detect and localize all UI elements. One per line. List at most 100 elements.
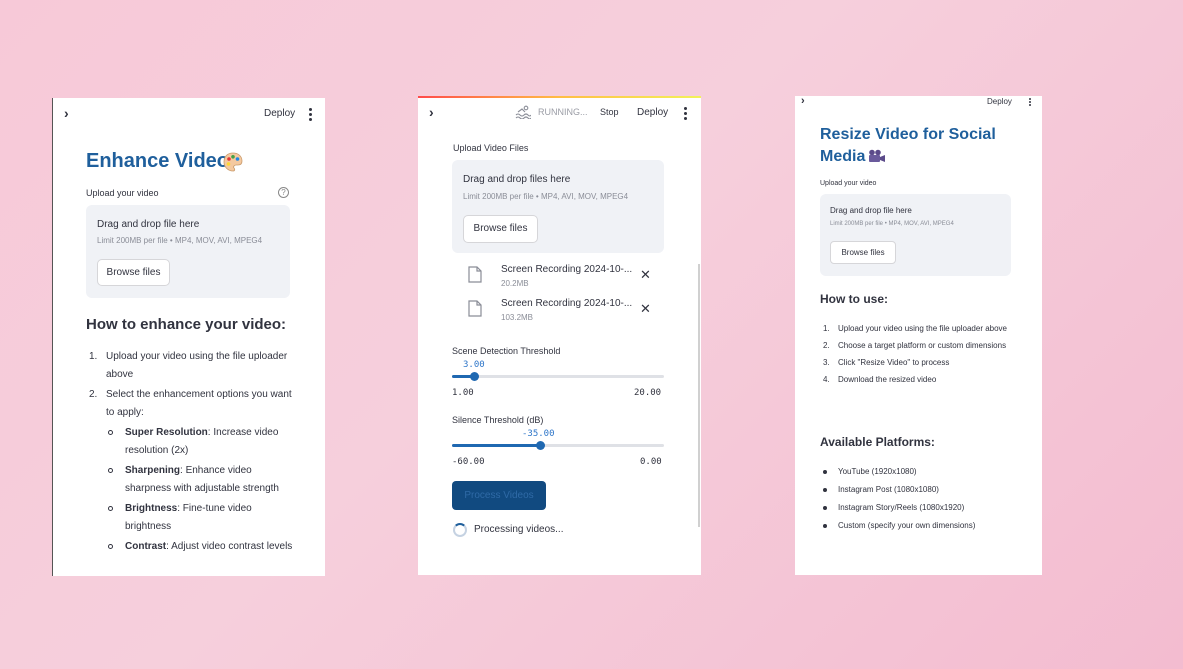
- sidebar-expand-chevron-icon[interactable]: ›: [64, 105, 69, 121]
- bullet-icon: [823, 524, 827, 528]
- scrollbar[interactable]: [698, 264, 700, 527]
- page-title: Resize Video for Social Media: [820, 124, 1020, 168]
- instructions-list: 1. Upload your video using the file uploa…: [820, 321, 1020, 389]
- running-status: RUNNING...: [538, 107, 588, 117]
- dropzone-limit: Limit 200MB per file • MP4, MOV, AVI, MP…: [830, 221, 954, 227]
- running-progress-bar: [418, 96, 701, 98]
- scene-threshold-slider[interactable]: [452, 372, 664, 381]
- option-desc: : Adjust video contrast levels: [166, 541, 293, 552]
- option-name: Super Resolution: [125, 427, 208, 438]
- swimmer-running-icon: [515, 105, 531, 119]
- deploy-button[interactable]: Deploy: [264, 108, 295, 119]
- silence-threshold-slider[interactable]: [452, 441, 664, 450]
- slider-fill: [452, 444, 540, 447]
- remove-file-icon[interactable]: ✕: [640, 267, 651, 283]
- slider-handle[interactable]: [470, 372, 479, 381]
- file-size: 20.2MB: [501, 279, 529, 288]
- step-text: Download the resized video: [838, 375, 937, 384]
- browse-files-button[interactable]: Browse files: [463, 215, 538, 243]
- page-title-text: Resize Video for Social Media: [820, 126, 996, 165]
- scene-threshold-label: Scene Detection Threshold: [452, 346, 561, 356]
- file-dropzone[interactable]: Drag and drop file here Limit 200MB per …: [820, 194, 1011, 276]
- help-icon[interactable]: ?: [278, 187, 289, 198]
- platforms-heading: Available Platforms:: [820, 435, 935, 449]
- browse-files-button[interactable]: Browse files: [97, 259, 170, 286]
- bullet-icon: [823, 506, 827, 510]
- processing-status: Processing videos...: [474, 524, 564, 535]
- option-name: Sharpening: [125, 465, 181, 476]
- list-item: 2. Select the enhancement options you wa…: [86, 386, 296, 422]
- browse-files-button[interactable]: Browse files: [830, 241, 896, 264]
- upload-label: Upload your video: [86, 188, 159, 198]
- resize-video-app: › Deploy Resize Video for Social Media U…: [795, 96, 1042, 575]
- main-menu-icon[interactable]: [1029, 98, 1032, 108]
- file-dropzone[interactable]: Drag and drop files here Limit 200MB per…: [452, 160, 664, 253]
- bullet-icon: [108, 506, 113, 511]
- silence-threshold-label: Silence Threshold (dB): [452, 415, 544, 425]
- dropzone-instructions: Drag and drop file here: [830, 206, 912, 215]
- step-number: 2.: [89, 389, 98, 400]
- list-item: Super Resolution: Increase video resolut…: [106, 424, 296, 460]
- sidebar-expand-chevron-icon[interactable]: ›: [801, 96, 805, 107]
- list-item: Instagram Post (1080x1080): [820, 481, 1030, 499]
- uploaded-file-item: Screen Recording 2024-10-... 103.2MB ✕: [468, 298, 668, 328]
- sidebar-expand-chevron-icon[interactable]: ›: [429, 104, 434, 120]
- option-name: Contrast: [125, 541, 167, 552]
- platform-name: Instagram Story/Reels (1080x1920): [838, 503, 965, 512]
- uploaded-file-item: Screen Recording 2024-10-... 20.2MB ✕: [468, 264, 668, 294]
- section-heading: How to enhance your video:: [86, 316, 287, 333]
- upload-label: Upload your video: [820, 180, 877, 187]
- list-item: Instagram Story/Reels (1080x1920): [820, 499, 1030, 517]
- file-size: 103.2MB: [501, 313, 534, 322]
- palette-icon: [223, 152, 243, 172]
- silence-threshold-value: -35.00: [522, 429, 555, 439]
- upload-label: Upload Video Files: [453, 143, 529, 153]
- step-text: Click "Resize Video" to process: [838, 358, 950, 367]
- deploy-button[interactable]: Deploy: [637, 107, 668, 118]
- step-number: 1.: [823, 324, 830, 333]
- list-item: 1. Upload your video using the file uplo…: [86, 348, 296, 384]
- dropzone-limit: Limit 200MB per file • MP4, MOV, AVI, MP…: [97, 236, 263, 245]
- enhance-video-app: › Deploy Enhance Video Upload your video…: [52, 98, 325, 576]
- slider-max: 0.00: [640, 457, 662, 467]
- dropzone-limit: Limit 200MB per file • MP4, AVI, MOV, MP…: [463, 192, 629, 201]
- platforms-list: YouTube (1920x1080) Instagram Post (1080…: [820, 463, 1030, 535]
- deploy-button[interactable]: Deploy: [987, 97, 1012, 106]
- movie-camera-icon: [869, 149, 886, 162]
- platform-name: Instagram Post (1080x1080): [838, 485, 939, 494]
- step-text: Choose a target platform or custom dimen…: [838, 341, 1007, 350]
- dropzone-instructions: Drag and drop file here: [97, 219, 200, 230]
- bullet-icon: [108, 468, 113, 473]
- option-name: Brightness: [125, 503, 178, 514]
- file-dropzone[interactable]: Drag and drop file here Limit 200MB per …: [86, 205, 290, 298]
- bullet-icon: [108, 544, 113, 549]
- bullet-icon: [108, 430, 113, 435]
- step-text: Select the enhancement options you want …: [106, 389, 292, 418]
- step-number: 1.: [89, 351, 98, 362]
- file-icon: [468, 266, 482, 283]
- process-videos-button[interactable]: Process Videos: [452, 481, 546, 510]
- list-item: Brightness: Fine-tune video brightness: [106, 500, 296, 536]
- main-menu-icon[interactable]: [684, 107, 687, 122]
- loading-spinner-icon: [453, 523, 467, 537]
- slider-min: 1.00: [452, 388, 474, 398]
- step-number: 3.: [823, 358, 830, 367]
- list-item: Contrast: Adjust video contrast levels: [106, 538, 296, 556]
- how-to-use-heading: How to use:: [820, 292, 888, 306]
- main-menu-icon[interactable]: [309, 108, 312, 123]
- stop-button[interactable]: Stop: [600, 107, 619, 117]
- list-item: 3. Click "Resize Video" to process: [820, 355, 1020, 371]
- file-name: Screen Recording 2024-10-...: [501, 264, 633, 275]
- slider-min: -60.00: [452, 457, 485, 467]
- scene-threshold-value: 3.00: [463, 360, 485, 370]
- step-text: Upload your video using the file uploade…: [838, 324, 1008, 333]
- platform-name: YouTube (1920x1080): [838, 467, 917, 476]
- file-name: Screen Recording 2024-10-...: [501, 298, 633, 309]
- remove-file-icon[interactable]: ✕: [640, 301, 651, 317]
- slider-handle[interactable]: [536, 441, 545, 450]
- bullet-icon: [823, 488, 827, 492]
- list-item: 4. Download the resized video: [820, 372, 1020, 388]
- dropzone-instructions: Drag and drop files here: [463, 174, 571, 185]
- scene-detection-app: › RUNNING... Stop Deploy Upload Video Fi…: [418, 96, 701, 575]
- slider-max: 20.00: [634, 388, 662, 398]
